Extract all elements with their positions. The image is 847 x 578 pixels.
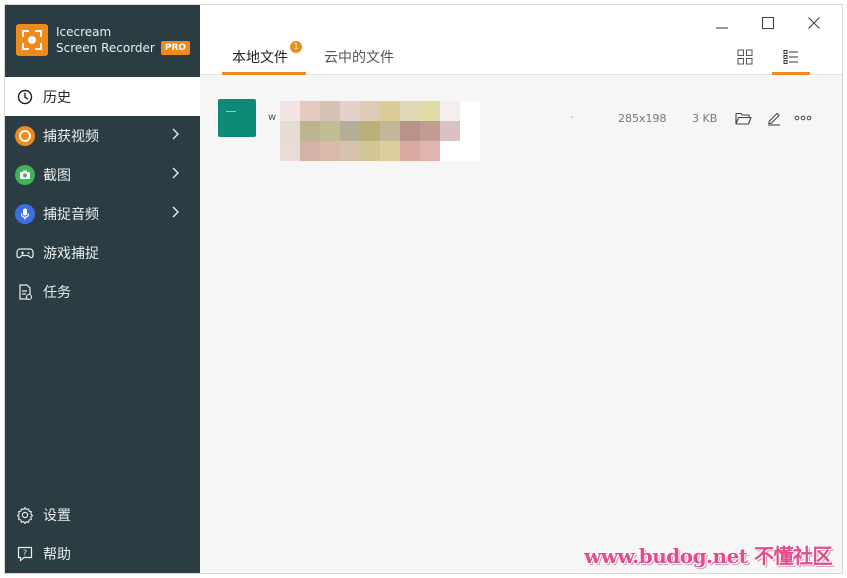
tab-cloud-files[interactable]: 云中的文件 (324, 47, 394, 67)
active-tab-indicator (222, 72, 306, 75)
notification-badge: 1 (290, 41, 302, 53)
clock-icon (15, 87, 35, 107)
sidebar-item-label: 设置 (43, 507, 71, 524)
grid-view-button[interactable] (735, 47, 755, 67)
chevron-right-icon (170, 127, 180, 145)
maximize-button[interactable] (758, 13, 778, 33)
app-name-line1: Icecream (56, 25, 112, 39)
file-size: 3 KB (692, 112, 718, 125)
sidebar-item-label: 捕获视频 (43, 128, 99, 145)
file-dimensions: 285x198 (618, 112, 667, 125)
file-thumbnail[interactable] (218, 99, 256, 137)
svg-text:?: ? (23, 548, 27, 557)
site-watermark: www.budog.net 不懂社区 (584, 544, 832, 568)
sidebar-item-help[interactable]: ? 帮助 (5, 534, 200, 573)
gear-icon (15, 505, 35, 525)
sidebar-item-capture-video[interactable]: 捕获视频 (5, 116, 200, 155)
app-logo-icon (16, 24, 48, 56)
app-logo: Icecream Screen Recorder PRO (5, 5, 200, 75)
active-view-indicator (772, 72, 810, 75)
sidebar-item-tasks[interactable]: 任务 (5, 272, 200, 311)
close-button[interactable] (804, 13, 824, 33)
sidebar-item-label: 帮助 (43, 546, 71, 563)
sidebar-item-settings[interactable]: 设置 (5, 495, 200, 534)
main-panel: 本地文件 1 云中的文件 w - 285x198 3 KB www.budog.… (200, 5, 842, 573)
sidebar-item-screenshot[interactable]: 截图 (5, 155, 200, 194)
chevron-right-icon (170, 166, 180, 184)
app-name-line2: Screen Recorder (56, 41, 155, 55)
sidebar-item-label: 截图 (43, 167, 71, 184)
list-view-button[interactable] (781, 47, 801, 67)
tab-local-files[interactable]: 本地文件 (232, 47, 288, 67)
file-row[interactable]: w - 285x198 3 KB (218, 99, 818, 161)
sidebar-item-capture-audio[interactable]: 捕捉音频 (5, 194, 200, 233)
minimize-button[interactable] (712, 13, 732, 33)
file-name: w (268, 112, 277, 123)
help-icon: ? (15, 544, 35, 564)
pixelated-filename-blur (280, 101, 485, 161)
microphone-icon (15, 203, 35, 224)
sidebar-item-label: 历史 (43, 89, 71, 106)
edit-button[interactable] (765, 109, 783, 127)
record-icon (15, 125, 35, 146)
top-bar: 本地文件 1 云中的文件 (200, 5, 842, 75)
more-options-button[interactable] (794, 109, 812, 127)
app-window: Icecream Screen Recorder PRO 历史 捕获视频 截图 … (4, 4, 843, 574)
sidebar-item-game-capture[interactable]: 游戏捕捉 (5, 233, 200, 272)
gamepad-icon (15, 243, 35, 263)
open-folder-button[interactable] (734, 109, 752, 127)
file-duration: - (570, 112, 574, 123)
sidebar-item-label: 游戏捕捉 (43, 245, 99, 262)
camera-icon (15, 164, 35, 185)
sidebar-item-label: 任务 (43, 284, 71, 301)
sidebar-item-label: 捕捉音频 (43, 206, 99, 223)
task-icon (15, 282, 35, 302)
sidebar: Icecream Screen Recorder PRO 历史 捕获视频 截图 … (5, 5, 200, 573)
chevron-right-icon (170, 205, 180, 223)
pro-badge: PRO (160, 41, 191, 55)
sidebar-item-history[interactable]: 历史 (5, 77, 200, 116)
